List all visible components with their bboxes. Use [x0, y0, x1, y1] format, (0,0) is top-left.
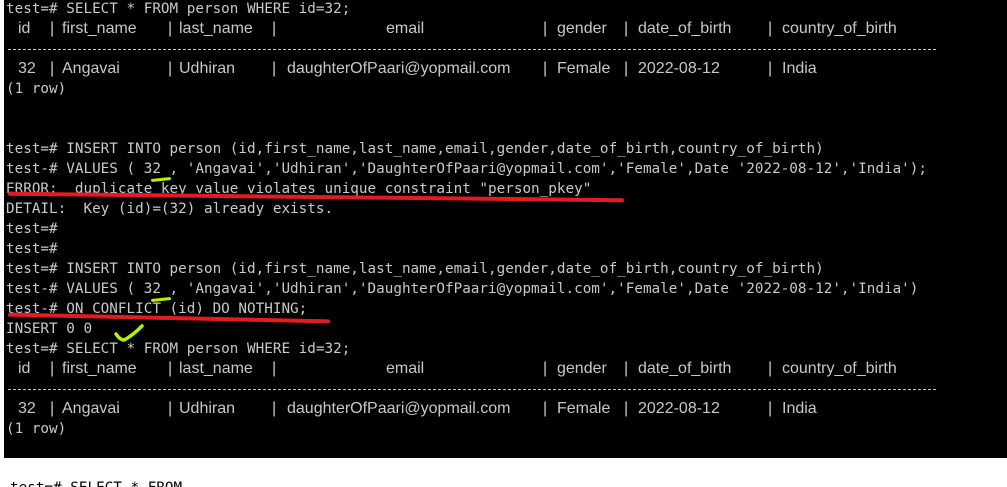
cell-last-name: Udhiran	[179, 400, 236, 417]
terminal-line-select-2: test=# SELECT * FROM person WHERE id=32;	[6, 341, 351, 357]
insert-result: INSERT 0 0	[6, 321, 93, 337]
col-separator: |	[768, 400, 773, 417]
col-header-email: email	[386, 20, 425, 37]
terminal-line-insert-1-a: test=# INSERT INTO person (id,first_name…	[6, 141, 824, 157]
col-separator: |	[168, 20, 173, 37]
col-header-country-of-birth: country_of_birth	[782, 20, 897, 37]
col-header-date-of-birth: date_of_birth	[638, 360, 732, 377]
cell-country-of-birth: India	[782, 60, 817, 77]
col-separator: |	[543, 400, 548, 417]
col-separator: |	[272, 400, 277, 417]
terminal-prompt-empty: test=#	[6, 241, 58, 257]
terminal-line-insert-2-a: test=# INSERT INTO person (id,first_name…	[6, 261, 824, 277]
cell-country-of-birth: India	[782, 400, 817, 417]
terminal-line-insert-2-b: test-# VALUES ( 32 , 'Angavai','Udhiran'…	[6, 281, 919, 297]
cell-first-name: Angavai	[62, 60, 120, 77]
col-separator: |	[768, 20, 773, 37]
col-header-first-name: first_name	[62, 360, 137, 377]
col-header-first-name: first_name	[62, 20, 137, 37]
col-separator: |	[272, 20, 277, 37]
col-header-gender: gender	[557, 360, 607, 377]
cell-first-name: Angavai	[62, 400, 120, 417]
col-separator: |	[543, 360, 548, 377]
col-header-email: email	[386, 360, 425, 377]
terminal-window[interactable]: test=# SELECT * FROM person WHERE id=32;…	[0, 0, 1007, 487]
col-separator: |	[50, 20, 55, 37]
col-separator: |	[624, 60, 629, 77]
cell-id: 32	[18, 400, 36, 417]
terminal-line-insert-1-b: test-# VALUES ( 32 , 'Angavai','Udhiran'…	[6, 161, 927, 177]
col-separator: |	[50, 400, 55, 417]
row-count-1: (1 row)	[6, 81, 67, 97]
col-header-id: id	[18, 360, 31, 377]
col-separator: |	[768, 60, 773, 77]
col-separator: |	[50, 60, 55, 77]
detail-message: DETAIL: Key (id)=(32) already exists.	[6, 201, 334, 217]
col-separator: |	[168, 360, 173, 377]
col-header-id: id	[18, 20, 31, 37]
terminal-prompt-empty: test=#	[6, 221, 58, 237]
cell-date-of-birth: 2022-08-12	[638, 60, 720, 77]
cell-id: 32	[18, 60, 36, 77]
col-separator: |	[543, 60, 548, 77]
col-separator: |	[624, 400, 629, 417]
col-header-gender: gender	[557, 20, 607, 37]
cell-date-of-birth: 2022-08-12	[638, 400, 720, 417]
col-header-date-of-birth: date_of_birth	[638, 20, 732, 37]
row-count-2: (1 row)	[6, 421, 67, 437]
col-separator: |	[624, 360, 629, 377]
cell-last-name: Udhiran	[179, 60, 236, 77]
col-header-last-name: last_name	[179, 20, 253, 37]
col-separator: |	[543, 20, 548, 37]
col-separator: |	[272, 60, 277, 77]
terminal-line-cut: test=# SELECT * FROM	[10, 478, 182, 487]
col-separator: |	[624, 20, 629, 37]
cell-gender: Female	[557, 400, 611, 417]
col-separator: |	[272, 360, 277, 377]
table-rule	[8, 389, 936, 390]
col-separator: |	[168, 400, 173, 417]
cell-email: daughterOfPaari@yopmail.com	[287, 60, 511, 77]
table-rule	[8, 49, 936, 50]
col-separator: |	[50, 360, 55, 377]
terminal-line-select-1: test=# SELECT * FROM person WHERE id=32;	[6, 1, 351, 17]
cell-email: daughterOfPaari@yopmail.com	[287, 400, 511, 417]
cell-gender: Female	[557, 60, 611, 77]
col-separator: |	[768, 360, 773, 377]
col-header-last-name: last_name	[179, 360, 253, 377]
col-header-country-of-birth: country_of_birth	[782, 360, 897, 377]
col-separator: |	[168, 60, 173, 77]
